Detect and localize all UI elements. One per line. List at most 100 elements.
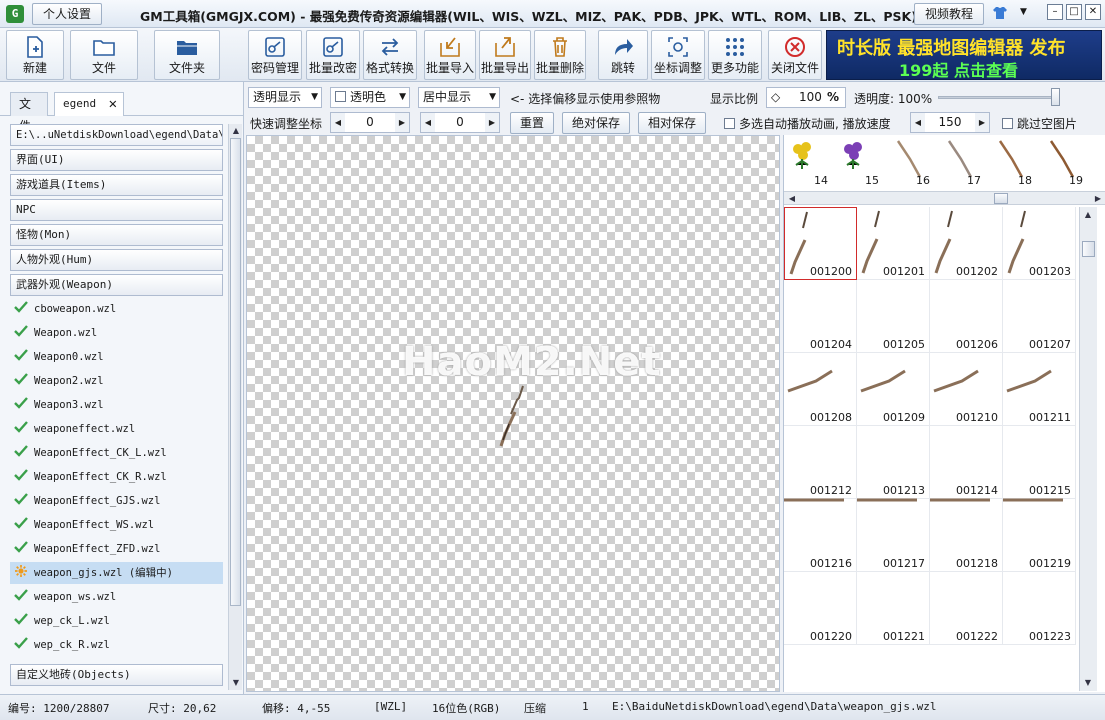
batch-export-button[interactable]: 批量导出 bbox=[479, 30, 531, 80]
frame-thumbnail[interactable]: 001208 bbox=[784, 353, 857, 426]
skip-empty-checkbox[interactable] bbox=[1002, 118, 1013, 129]
scroll-up-icon[interactable]: ▲ bbox=[1082, 209, 1094, 221]
frame-thumbnail[interactable]: 001207 bbox=[1003, 280, 1076, 353]
frame-thumbnail[interactable]: 001212 bbox=[784, 426, 857, 502]
frame-thumbnail[interactable]: 001201 bbox=[857, 207, 930, 280]
category-item[interactable]: 界面(UI) bbox=[10, 149, 223, 171]
file-list-item[interactable]: WeaponEffect_ZFD.wzl bbox=[10, 538, 223, 560]
tab-file[interactable]: 文件 bbox=[10, 92, 48, 133]
file-list-item[interactable]: weapon_ws.wzl bbox=[10, 586, 223, 608]
frame-thumbnail[interactable]: 001214 bbox=[930, 426, 1003, 502]
frame-thumbnail[interactable]: 001204 bbox=[784, 280, 857, 353]
autoplay-option[interactable]: 多选自动播放动画, 播放速度 bbox=[724, 115, 891, 132]
strip-frame[interactable]: 15 bbox=[837, 137, 881, 187]
file-list-item[interactable]: cboweapon.wzl bbox=[10, 298, 223, 320]
spin-right-icon[interactable]: ▶ bbox=[975, 113, 989, 132]
file-list-item[interactable]: Weapon0.wzl bbox=[10, 346, 223, 368]
category-item[interactable]: 人物外观(Hum) bbox=[10, 249, 223, 271]
scroll-down-icon[interactable]: ▼ bbox=[1082, 677, 1094, 689]
file-list-item[interactable]: wep_ck_R.wzl bbox=[10, 634, 223, 656]
scale-input[interactable]: ◇ 100% bbox=[766, 87, 846, 108]
profile-settings-button[interactable]: 个人设置 bbox=[32, 3, 102, 25]
file-list-item[interactable]: Weapon3.wzl bbox=[10, 394, 223, 416]
opacity-slider-track[interactable] bbox=[938, 96, 1060, 99]
strip-frame[interactable]: 14 bbox=[786, 137, 830, 187]
spin-left-icon[interactable]: ◀ bbox=[421, 113, 435, 132]
file-list-item[interactable]: weaponeffect.wzl bbox=[10, 418, 223, 440]
transparent-color-select[interactable]: 透明色 ▼ bbox=[330, 87, 410, 108]
frame-grid-scrollbar[interactable]: ▲ ▼ bbox=[1079, 207, 1097, 691]
frame-thumbnail[interactable]: 001223 bbox=[1003, 572, 1076, 645]
scrollbar-thumb[interactable] bbox=[994, 193, 1008, 204]
frame-thumbnail[interactable]: 001205 bbox=[857, 280, 930, 353]
file-list-item[interactable]: WeaponEffect_GJS.wzl bbox=[10, 490, 223, 512]
current-path[interactable]: E:\..uNetdiskDownload\egend\Data\ bbox=[10, 124, 223, 146]
category-item[interactable]: 怪物(Mon) bbox=[10, 224, 223, 246]
autoplay-checkbox[interactable] bbox=[724, 118, 735, 129]
image-canvas[interactable]: HaoM2.Net bbox=[246, 135, 780, 692]
file-list-item[interactable]: WeaponEffect_CK_R.wzl bbox=[10, 466, 223, 488]
spin-left-icon[interactable]: ◀ bbox=[331, 113, 345, 132]
frame-thumbnail[interactable]: 001220 bbox=[784, 572, 857, 645]
password-manage-button[interactable]: 密码管理 bbox=[248, 30, 302, 80]
frame-thumbnail[interactable]: 001211 bbox=[1003, 353, 1076, 426]
display-mode-select[interactable]: 透明显示 ▼ bbox=[248, 87, 322, 108]
open-folder-button[interactable]: 文件夹 bbox=[154, 30, 220, 80]
frame-thumbnail[interactable]: 001210 bbox=[930, 353, 1003, 426]
category-objects[interactable]: 自定义地砖(Objects) bbox=[10, 664, 223, 686]
frame-thumbnail[interactable]: 001221 bbox=[857, 572, 930, 645]
spin-right-icon[interactable]: ▶ bbox=[485, 113, 499, 132]
jump-button[interactable]: 跳转 bbox=[598, 30, 648, 80]
relative-save-button[interactable]: 相对保存 bbox=[638, 112, 706, 134]
coord-x-spinner[interactable]: ◀ 0 ▶ bbox=[330, 112, 410, 133]
maximize-button[interactable]: □ bbox=[1066, 4, 1082, 20]
close-tab-icon[interactable]: ✕ bbox=[109, 93, 117, 115]
category-item[interactable]: 游戏道具(Items) bbox=[10, 174, 223, 196]
frame-thumbnail[interactable]: 001216 bbox=[784, 499, 857, 572]
frame-thumbnail[interactable]: 001217 bbox=[857, 499, 930, 572]
frame-thumbnail[interactable]: 001202 bbox=[930, 207, 1003, 280]
frame-thumbnail[interactable]: 001203 bbox=[1003, 207, 1076, 280]
tab-legend[interactable]: egend ✕ bbox=[54, 92, 124, 116]
more-functions-button[interactable]: 更多功能 bbox=[708, 30, 762, 80]
format-convert-button[interactable]: 格式转换 bbox=[363, 30, 417, 80]
scrollbar-thumb[interactable] bbox=[1082, 241, 1095, 257]
reset-button[interactable]: 重置 bbox=[510, 112, 554, 134]
batch-password-button[interactable]: 批量改密 bbox=[306, 30, 360, 80]
frame-thumbnail[interactable]: 001215 bbox=[1003, 426, 1076, 502]
file-list-item[interactable]: wep_ck_L.wzl bbox=[10, 610, 223, 632]
opacity-slider-thumb[interactable] bbox=[1051, 88, 1060, 106]
transparent-color-checkbox[interactable] bbox=[335, 91, 346, 102]
strip-frame[interactable]: 18 bbox=[990, 137, 1034, 187]
coord-adjust-button[interactable]: 坐标调整 bbox=[651, 30, 705, 80]
batch-delete-button[interactable]: 批量删除 bbox=[534, 30, 586, 80]
frame-thumbnail[interactable]: 001222 bbox=[930, 572, 1003, 645]
frame-thumbnail[interactable]: 001219 bbox=[1003, 499, 1076, 572]
shirt-skin-icon[interactable] bbox=[992, 5, 1008, 21]
close-window-button[interactable]: ✕ bbox=[1085, 4, 1101, 20]
file-list-item[interactable]: weapon_gjs.wzl (编辑中) bbox=[10, 562, 223, 584]
strip-scrollbar[interactable]: ◀ ▶ bbox=[784, 191, 1105, 205]
frame-thumbnail[interactable]: 001209 bbox=[857, 353, 930, 426]
new-button[interactable]: 新建 bbox=[6, 30, 64, 80]
absolute-save-button[interactable]: 绝对保存 bbox=[562, 112, 630, 134]
frame-thumbnail[interactable]: 001200 bbox=[784, 207, 857, 280]
file-list-item[interactable]: Weapon2.wzl bbox=[10, 370, 223, 392]
scroll-right-icon[interactable]: ▶ bbox=[1092, 193, 1104, 205]
promo-banner[interactable]: 时长版 最强地图编辑器 发布 199起 点击查看 bbox=[826, 30, 1102, 80]
category-item[interactable]: 武器外观(Weapon) bbox=[10, 274, 223, 296]
file-list-item[interactable]: Weapon.wzl bbox=[10, 322, 223, 344]
file-list-scrollbar[interactable]: ▲ ▼ bbox=[228, 124, 242, 690]
video-tutorial-button[interactable]: 视频教程 bbox=[914, 3, 984, 25]
frame-thumbnail[interactable]: 001206 bbox=[930, 280, 1003, 353]
scrollbar-thumb[interactable] bbox=[230, 138, 241, 606]
open-file-button[interactable]: 文件 bbox=[70, 30, 138, 80]
speed-spinner[interactable]: ◀ 150 ▶ bbox=[910, 112, 990, 133]
minimize-button[interactable]: – bbox=[1047, 4, 1063, 20]
skip-empty-option[interactable]: 跳过空图片 bbox=[1002, 115, 1077, 132]
strip-frame[interactable]: 17 bbox=[939, 137, 983, 187]
frame-thumbnail[interactable]: 001218 bbox=[930, 499, 1003, 572]
strip-frame[interactable]: 16 bbox=[888, 137, 932, 187]
scroll-down-icon[interactable]: ▼ bbox=[230, 677, 242, 689]
align-select[interactable]: 居中显示 ▼ bbox=[418, 87, 500, 108]
